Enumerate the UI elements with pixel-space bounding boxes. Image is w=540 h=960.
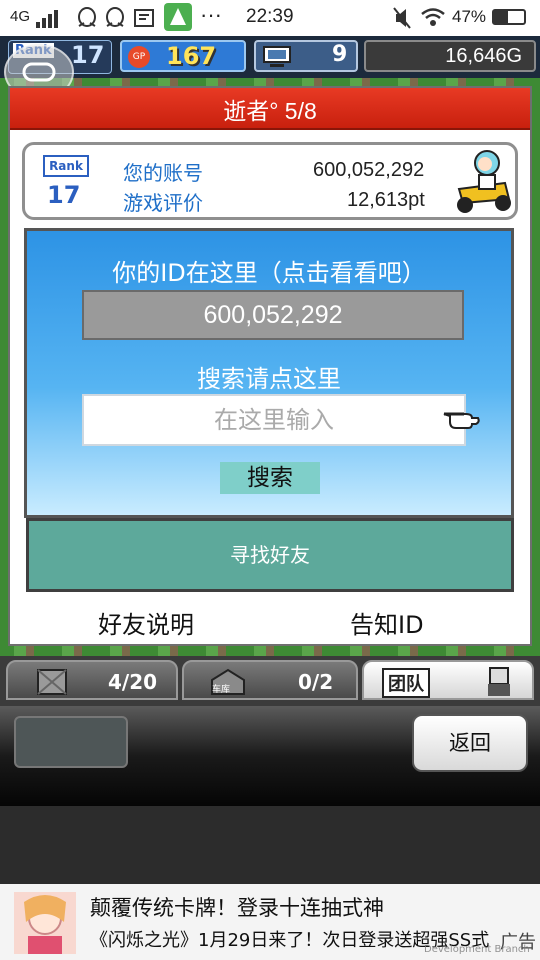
status-bar: 4G ··· 22:39 47% <box>0 0 540 36</box>
battery-percent: 47% <box>452 7 487 26</box>
ad-thumbnail-icon <box>14 892 76 954</box>
qq-icon <box>106 7 124 27</box>
character-icon <box>488 667 510 696</box>
signal-icon <box>36 10 58 28</box>
ad-banner[interactable]: 颠覆传统卡牌！登录十连抽式神 《闪烁之光》1月29日来了！次日登录送超强SS式 … <box>0 884 540 960</box>
mute-icon <box>393 7 411 29</box>
clock: 22:39 <box>246 6 294 27</box>
inventory-count: 4/20 <box>108 670 158 694</box>
search-input[interactable]: 在这里输入 <box>82 394 466 446</box>
gold-display: 16,646G <box>364 40 536 72</box>
friend-help-link[interactable]: 好友说明 <box>98 605 194 640</box>
gp-value: 167 <box>166 42 217 70</box>
my-id-field[interactable]: 600,052,292 <box>82 290 464 340</box>
more-icon: ··· <box>200 2 222 27</box>
watermark: Development Branch <box>424 944 530 955</box>
rating-label: 游戏评价 <box>123 191 203 215</box>
empty-slot <box>14 716 128 768</box>
pc-count: 9 <box>332 42 348 67</box>
player-rank-badge: Rank <box>43 155 89 177</box>
gp-coin-icon: GP <box>128 46 150 68</box>
blank-area <box>0 806 540 884</box>
back-button[interactable]: 返回 <box>412 714 528 772</box>
gp-display: GP 167 <box>120 40 246 72</box>
search-heading: 搜索请点这里 <box>197 365 341 393</box>
photo-icon <box>134 9 154 27</box>
dialog-title: 逝者° 5/8 <box>223 98 317 124</box>
rank-value: 17 <box>71 41 105 69</box>
gold-value: 16,646G <box>445 45 522 67</box>
tab-team[interactable]: 团队 <box>362 660 534 700</box>
player-info-card: Rank 17 您的账号 600,052,292 游戏评价 12,613pt <box>22 142 518 220</box>
app-icon <box>164 3 192 31</box>
pointing-hand-icon <box>443 412 480 429</box>
search-button[interactable]: 搜索 <box>220 462 320 494</box>
account-value: 600,052,292 <box>313 159 425 181</box>
garage-count: 0/2 <box>298 670 334 694</box>
network-type: 4G <box>10 8 31 25</box>
team-label: 团队 <box>382 668 430 698</box>
id-heading: 你的ID在这里（点击看看吧） <box>112 259 426 287</box>
account-label: 您的账号 <box>123 161 203 185</box>
rating-value: 12,613pt <box>347 189 425 211</box>
pc-display: 9 <box>254 40 358 72</box>
tab-garage[interactable]: 车库 0/2 <box>182 660 358 700</box>
notify-id-link[interactable]: 告知ID <box>350 605 424 640</box>
tab-inventory[interactable]: 4/20 <box>6 660 178 700</box>
wifi-icon <box>421 8 445 26</box>
battery-icon <box>492 9 526 25</box>
game-hud: Rank 17 GP 167 9 16,646G <box>0 36 540 78</box>
crate-icon <box>37 669 67 695</box>
qq-icon <box>78 7 96 27</box>
player-avatar-kart-icon <box>457 150 511 213</box>
player-rank-value: 17 <box>47 181 81 209</box>
computer-icon <box>263 46 291 67</box>
ad-headline: 颠覆传统卡牌！登录十连抽式神 <box>90 896 384 920</box>
garage-label: 车库 <box>212 685 231 695</box>
find-friends-button[interactable]: 寻找好友 <box>26 518 514 592</box>
